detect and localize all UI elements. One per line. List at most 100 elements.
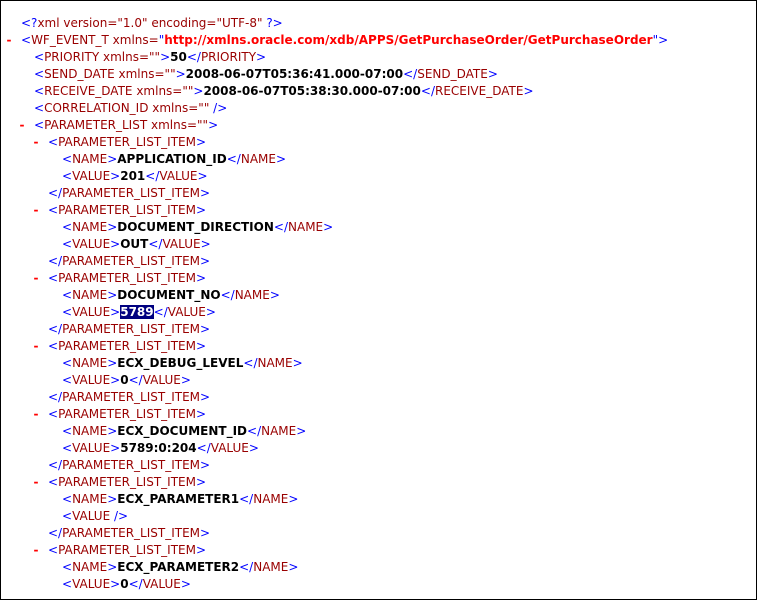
tag-bracket: </ [48,390,63,404]
tag-bracket: > [195,135,207,149]
parameter-name: ECX_DEBUG_LEVEL [117,356,244,370]
tag-bracket: > [275,152,287,166]
tag-bracket: > [175,67,186,81]
parameter-value-element: <VALUE>5789</VALUE> [1,304,756,321]
tag-bracket: </ [48,458,63,472]
tag-bracket: > [110,169,121,183]
tag-name: VALUE [159,169,198,183]
tag-bracket: > [110,237,121,251]
tag-name: NAME [234,288,270,302]
tag-bracket: > [256,50,267,64]
tag-bracket: </ [226,152,241,166]
priority-element: <PRIORITY xmlns="">50</PRIORITY> [1,49,756,66]
parameter-name-element: <NAME>APPLICATION_ID</NAME> [1,151,756,168]
tag-bracket: < [62,220,73,234]
tag-name: RECEIVE_DATE [435,84,524,98]
receive-date-element: <RECEIVE_DATE xmlns="">2008-06-07T05:38:… [1,83,756,100]
tag-name: PARAMETER_LIST [44,118,148,132]
tag-name: VALUE [142,373,181,387]
tag-bracket: > [197,169,208,183]
tag-bracket: < [62,356,73,370]
tag-bracket: > [288,560,299,574]
send-date-element: <SEND_DATE xmlns="">2008-06-07T05:36:41.… [1,66,756,83]
tag-bracket: > [296,424,307,438]
tag-bracket: > [487,67,498,81]
tag-bracket: < [62,577,73,591]
tag-bracket: </ [128,373,143,387]
tag-name: PARAMETER_LIST_ITEM [62,390,201,404]
parameter-value-element: <VALUE>OUT</VALUE> [1,236,756,253]
parameter-name: APPLICATION_ID [117,152,227,166]
tag-bracket: < [34,84,45,98]
tag-name: VALUE [72,373,111,387]
tag-bracket: > [269,288,280,302]
element-value: 50 [170,50,187,64]
collapse-toggle[interactable]: - [31,474,41,491]
collapse-toggle[interactable]: - [31,134,41,151]
decl-open: <? [21,16,38,30]
tag-bracket: > [195,203,207,217]
tag-bracket: < [62,152,73,166]
tag-name: WF_EVENT_T [31,33,109,47]
tag-bracket: < [62,492,73,506]
namespace-url: http://xmlns.oracle.com/xdb/APPS/GetPurc… [164,33,653,47]
parameter-list-items: - <PARAMETER_LIST_ITEM> <NAME>APPLICATION_… [1,134,756,593]
parameter-list-open: - <PARAMETER_LIST xmlns=""> [1,117,756,134]
parameter-list-item-open: - <PARAMETER_LIST_ITEM> [1,474,756,491]
tag-bracket: < [62,441,73,455]
collapse-toggle[interactable]: - [31,406,41,423]
collapse-toggle[interactable]: - [31,338,41,355]
xml-viewer-pane[interactable]: <?xml version="1.0" encoding="UTF-8" ?> … [0,0,757,600]
tag-name: PARAMETER_LIST_ITEM [62,186,201,200]
parameter-value: 201 [120,169,146,183]
collapse-toggle[interactable]: - [31,202,41,219]
tag-bracket: > [107,220,118,234]
tag-bracket: < [62,288,73,302]
parameter-list-item-open: - <PARAMETER_LIST_ITEM> [1,542,756,559]
root-element-open: - <WF_EVENT_T xmlns="http://xmlns.oracle… [1,32,756,49]
tag-bracket: > [292,356,303,370]
collapse-toggle[interactable]: - [17,117,27,134]
tag-bracket: < [62,305,73,319]
collapse-toggle[interactable]: - [31,542,41,559]
tag-bracket: > [200,237,211,251]
tag-name: NAME [257,356,293,370]
parameter-name-element: <NAME>ECX_PARAMETER2</NAME> [1,559,756,576]
tag-name: VALUE [72,577,111,591]
attr: xmlns="" [132,84,194,98]
tag-name: NAME [72,288,108,302]
tag-name: PARAMETER_LIST_ITEM [58,475,196,489]
collapse-toggle[interactable]: - [4,32,14,49]
tag-name: NAME [240,152,276,166]
tag-name: NAME [72,356,108,370]
tag-bracket: > [107,560,118,574]
tag-bracket: > [160,50,171,64]
tag-name: NAME [261,424,297,438]
tag-name: RECEIVE_DATE [44,84,133,98]
parameter-value: 0 [120,373,129,387]
tag-name: PRIORITY [44,50,100,64]
tag-bracket: </ [48,526,63,540]
parameter-list-item-open: - <PARAMETER_LIST_ITEM> [1,270,756,287]
collapse-toggle[interactable]: - [31,270,41,287]
tag-name: PARAMETER_LIST_ITEM [58,203,196,217]
tag-bracket: </ [186,50,201,64]
parameter-list-item-close: </PARAMETER_LIST_ITEM> [1,457,756,474]
tag-bracket: </ [220,288,235,302]
tag-bracket: </ [128,577,143,591]
xml-tree: <?xml version="1.0" encoding="UTF-8" ?> … [1,15,756,593]
tag-bracket: > [288,492,299,506]
tag-bracket: > [193,84,204,98]
tag-bracket: > [200,458,211,472]
tag-bracket: < [21,33,32,47]
parameter-name-element: <NAME>DOCUMENT_DIRECTION</NAME> [1,219,756,236]
parameter-value-element: <VALUE>0</VALUE> [1,576,756,593]
tag-bracket: </ [239,560,254,574]
attr: xmlns="" [148,101,210,115]
decl-name: xml [37,16,60,30]
tag-name: VALUE [72,441,111,455]
tag-name: SEND_DATE [44,67,115,81]
tag-bracket: > [200,186,211,200]
tag-bracket: </ [420,84,435,98]
tag-bracket: > [107,356,118,370]
